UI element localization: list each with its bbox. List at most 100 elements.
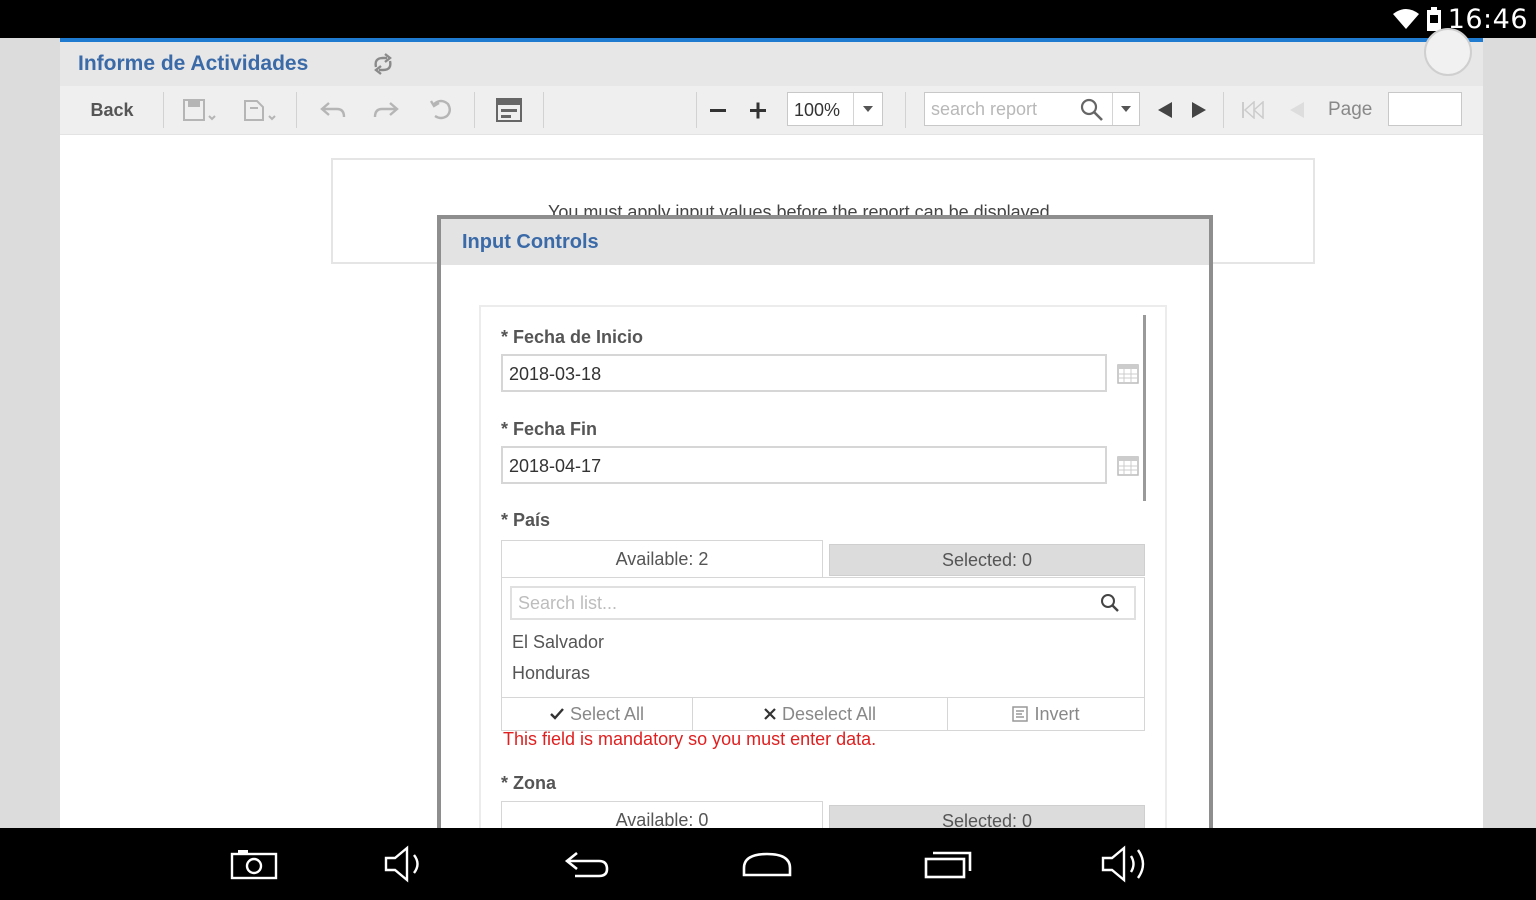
input-controls-dialog: Input Controls * Fecha de Inicio 2018-03… [437,215,1213,845]
dialog-title: Input Controls [462,231,599,253]
first-page-button[interactable] [1236,86,1270,134]
toolbar-divider [474,92,475,128]
search-prev-button[interactable] [1150,86,1180,134]
export-button[interactable] [232,86,288,134]
toolbar-divider [296,92,297,128]
export-icon [244,100,276,121]
search-icon[interactable] [1080,98,1104,122]
check-icon [550,708,564,720]
previous-page-icon [1290,102,1304,118]
zona-label: * Zona [501,773,557,793]
toolbar-divider [543,92,544,128]
list-item[interactable]: Honduras [512,663,590,684]
battery-icon [1426,7,1441,31]
report-title: Informe de Actividades [78,52,309,75]
previous-page-button[interactable] [1282,86,1312,134]
toolbar-divider [1223,92,1224,128]
zoom-out-icon [710,109,726,112]
calendar-icon[interactable] [1117,364,1139,384]
home-button[interactable] [737,842,797,886]
scrollbar[interactable] [1143,315,1146,501]
volume-up-icon [1101,845,1145,883]
page-number-input[interactable] [1388,92,1462,126]
pais-list-search [510,586,1136,620]
close-icon [764,708,776,720]
zoom-select[interactable]: 100% [787,92,883,126]
invert-label: Invert [1034,703,1080,724]
next-icon [1192,102,1206,118]
deselect-all-label: Deselect All [781,703,877,724]
search-next-button[interactable] [1184,86,1214,134]
reset-button[interactable] [418,86,464,134]
save-icon [183,99,216,121]
input-controls-panel: * Fecha de Inicio 2018-03-18 * Fecha Fin… [479,305,1167,845]
page-label: Page [1328,99,1373,120]
pais-list: El Salvador Honduras [501,577,1145,699]
pais-selected-tab[interactable]: Selected: 0 [829,544,1145,576]
input-controls-icon [496,98,522,122]
recent-apps-button[interactable] [918,842,978,886]
redo-button[interactable] [363,86,409,134]
zoom-dropdown-button[interactable] [853,93,882,125]
zoom-in-button[interactable] [742,86,774,134]
volume-up-button[interactable] [1096,842,1156,886]
pais-actions: Select All Deselect All Invert [501,697,1145,731]
toolbar-divider [905,92,906,128]
toolbar-divider [696,92,697,128]
search-options-button[interactable] [1112,93,1139,125]
screenshot-button[interactable] [224,842,284,886]
recent-apps-icon [924,851,972,879]
undo-button[interactable] [310,86,356,134]
toolbar: Back 100% search report Page [60,86,1483,135]
background-left [0,38,60,828]
deselect-all-button[interactable]: Deselect All [693,698,947,730]
toolbar-divider [163,92,164,128]
calendar-icon[interactable] [1117,456,1139,476]
background-right [1483,38,1536,828]
volume-down-button[interactable] [376,842,436,886]
fecha-inicio-value: 2018-03-18 [509,364,602,384]
pais-available-tab[interactable]: Available: 2 [501,540,823,578]
back-nav-button[interactable] [557,842,617,886]
reset-icon [429,99,451,120]
prev-icon [1158,102,1172,118]
report-search [924,92,1140,126]
chevron-down-icon [863,106,873,112]
back-icon [564,851,609,878]
invert-button[interactable]: Invert [948,698,1144,730]
dialog-header[interactable]: Input Controls [441,219,1209,265]
input-controls-button[interactable] [484,86,534,134]
search-icon[interactable] [1100,593,1120,613]
zoom-value: 100% [794,100,841,120]
undo-icon [320,102,346,118]
back-label: Back [90,99,134,120]
fecha-fin-value: 2018-04-17 [509,456,602,476]
corner-button[interactable] [1424,28,1472,76]
camera-icon [230,850,278,880]
status-time: 16:46 [1447,3,1528,35]
fecha-inicio-label: * Fecha de Inicio [501,327,644,347]
redo-icon [373,102,399,118]
select-all-label: Select All [569,703,645,724]
fecha-fin-label: * Fecha Fin [501,419,598,439]
chevron-down-icon [1121,106,1131,112]
zoom-in-icon [750,102,766,119]
refresh-icon[interactable] [370,53,396,75]
fecha-inicio-field[interactable]: 2018-03-18 [501,354,1107,392]
list-item[interactable]: El Salvador [512,632,604,653]
title-bar: Informe de Actividades [60,28,1483,86]
status-bar: 16:46 [0,0,1536,38]
save-button[interactable] [172,86,228,134]
volume-down-icon [384,845,419,883]
search-list-input[interactable] [518,592,1078,614]
pais-label: * País [501,510,551,530]
search-report-input[interactable] [931,97,1076,121]
fecha-fin-field[interactable]: 2018-04-17 [501,446,1107,484]
back-button[interactable]: Back [70,86,154,134]
first-page-icon [1242,101,1264,119]
invert-icon [1012,706,1029,722]
zoom-out-button[interactable] [702,86,734,134]
wifi-icon [1392,9,1419,29]
select-all-button[interactable]: Select All [502,698,692,730]
pais-error-message: This field is mandatory so you must ente… [503,729,877,749]
